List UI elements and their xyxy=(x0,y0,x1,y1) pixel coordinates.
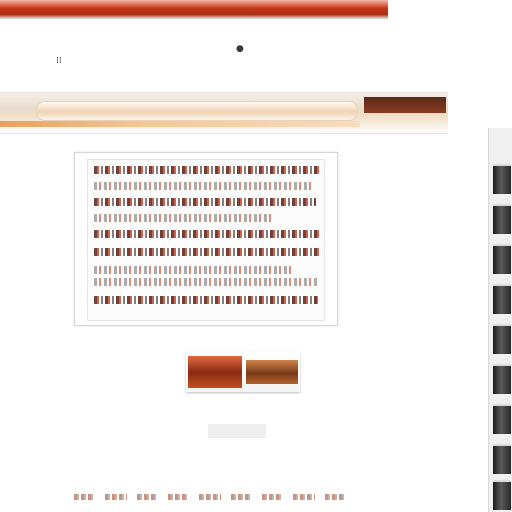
toolbar xyxy=(0,92,448,134)
dialog-text-line xyxy=(94,166,320,174)
side-scrollbar[interactable] xyxy=(488,128,512,512)
page-indicator xyxy=(208,424,266,438)
toolbar-action-button[interactable] xyxy=(364,97,446,113)
footer-link[interactable] xyxy=(105,494,127,500)
scroll-segment[interactable] xyxy=(493,204,511,234)
scroll-segment[interactable] xyxy=(493,284,511,314)
dialog-text-line xyxy=(94,214,274,222)
dialog-text-line xyxy=(94,266,294,274)
button-right-segment xyxy=(246,360,298,384)
dialog-text-line xyxy=(94,248,320,256)
scroll-segment[interactable] xyxy=(493,364,511,394)
window-title-bar xyxy=(0,0,388,19)
scroll-segment[interactable] xyxy=(493,480,511,510)
scroll-segment[interactable] xyxy=(493,444,511,474)
footer-link[interactable] xyxy=(167,494,190,500)
address-field[interactable] xyxy=(36,101,358,121)
footer-link[interactable] xyxy=(74,494,96,500)
corner-mark-icon: ⁞⁞ xyxy=(56,56,62,66)
dialog-text-area xyxy=(87,159,325,321)
footer-link[interactable] xyxy=(261,494,284,500)
footer-link[interactable] xyxy=(293,494,315,500)
scroll-segment[interactable] xyxy=(493,164,511,194)
dialog-text-line xyxy=(94,278,318,286)
footer-link[interactable] xyxy=(324,494,346,500)
footer-link[interactable] xyxy=(136,494,158,500)
status-dot-icon: ● xyxy=(236,44,244,54)
footer-links xyxy=(74,492,346,502)
scroll-segment[interactable] xyxy=(493,324,511,354)
scroll-segment[interactable] xyxy=(493,244,511,274)
dialog-text-line xyxy=(94,198,316,206)
footer-link[interactable] xyxy=(230,494,252,500)
dialog-text-line xyxy=(94,182,314,190)
dialog-ok-button[interactable] xyxy=(186,352,300,392)
button-left-segment xyxy=(188,356,242,388)
toolbar-ribbon xyxy=(0,121,360,127)
dialog-text-line xyxy=(94,230,320,238)
scroll-segment[interactable] xyxy=(493,404,511,434)
message-dialog xyxy=(74,152,338,326)
toolbar-caption xyxy=(372,117,444,127)
dialog-text-line xyxy=(94,296,318,304)
footer-link[interactable] xyxy=(199,494,221,500)
